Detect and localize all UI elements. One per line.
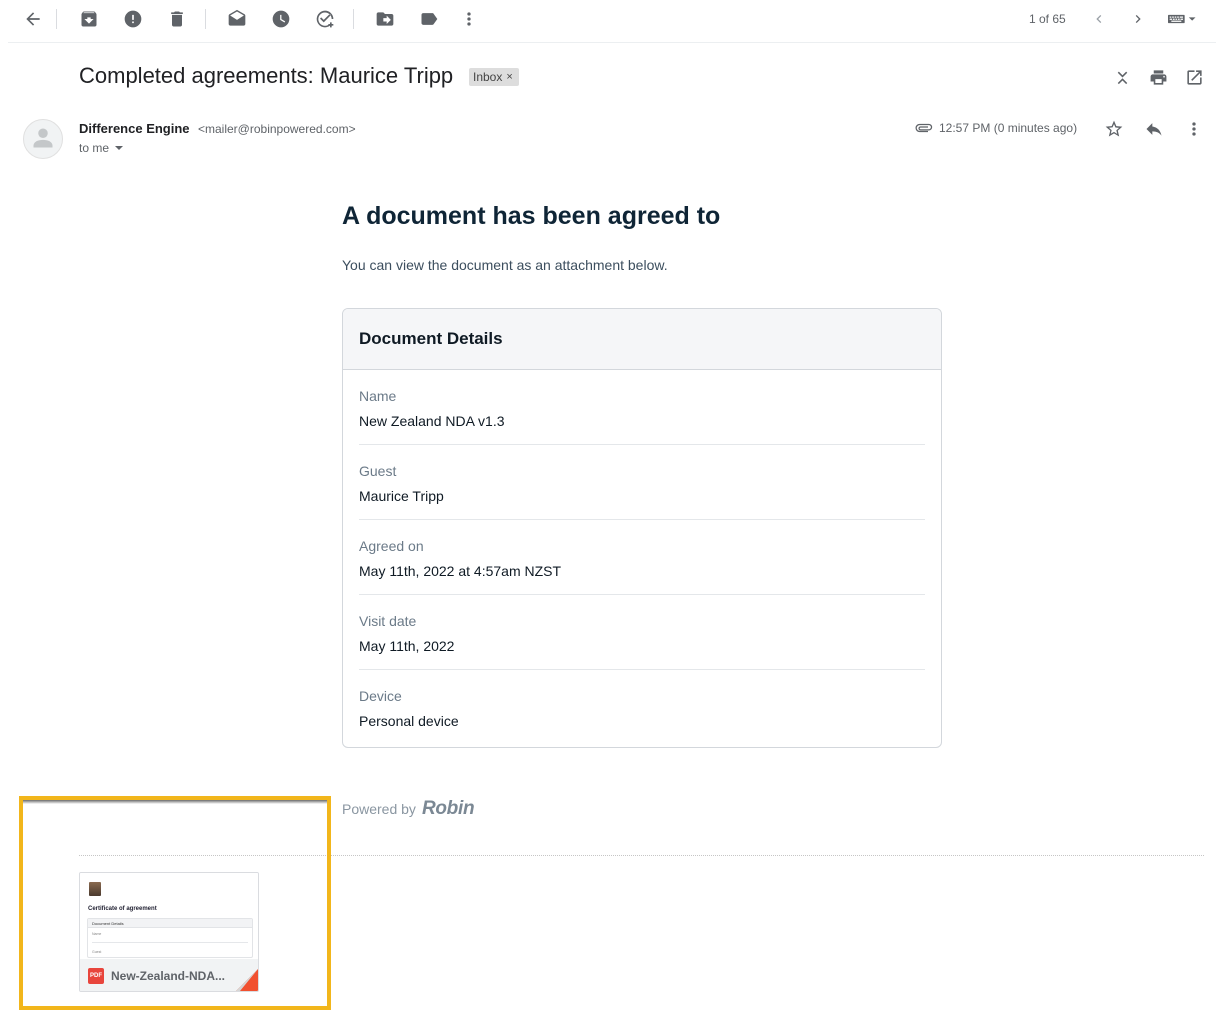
detail-value: Maurice Tripp bbox=[359, 488, 444, 504]
recipient-details-toggle[interactable]: to me bbox=[79, 141, 124, 155]
more-vert-icon[interactable] bbox=[458, 8, 480, 30]
robin-logo[interactable]: Robin bbox=[422, 798, 475, 820]
preview-title: Certificate of agreement bbox=[88, 906, 157, 912]
detail-value: New Zealand NDA v1.3 bbox=[359, 413, 505, 429]
expand-all-icon[interactable] bbox=[1112, 67, 1132, 87]
preview-details-card: Document Details Name Guest bbox=[87, 918, 253, 958]
detail-label: Device bbox=[359, 688, 402, 704]
detail-row-name: Name New Zealand NDA v1.3 bbox=[359, 370, 925, 445]
sender-name[interactable]: Difference Engine bbox=[79, 121, 190, 136]
email-subject: Completed agreements: Maurice Tripp bbox=[79, 63, 454, 88]
pdf-attachment-card[interactable]: Certificate of agreement Document Detail… bbox=[79, 872, 259, 992]
add-to-tasks-icon[interactable] bbox=[314, 8, 336, 30]
delete-icon[interactable] bbox=[166, 8, 188, 30]
chevron-left-icon[interactable] bbox=[1088, 8, 1110, 30]
recipient-text: to me bbox=[79, 141, 110, 155]
chevron-right-icon[interactable] bbox=[1127, 8, 1149, 30]
attachment-clip-icon bbox=[913, 120, 933, 136]
email-toolbar: 1 of 65 bbox=[0, 0, 1216, 43]
person-icon bbox=[33, 128, 53, 148]
detail-row-device: Device Personal device bbox=[359, 670, 925, 745]
detail-row-agreed-on: Agreed on May 11th, 2022 at 4:57am NZST bbox=[359, 520, 925, 595]
print-icon[interactable] bbox=[1148, 67, 1168, 87]
powered-by: Powered by Robin bbox=[342, 798, 475, 820]
snooze-icon[interactable] bbox=[270, 8, 292, 30]
toolbar-divider bbox=[56, 9, 57, 29]
mark-unread-icon[interactable] bbox=[226, 8, 248, 30]
card-title: Document Details bbox=[343, 309, 941, 370]
back-arrow-icon[interactable] bbox=[22, 8, 44, 30]
star-icon[interactable] bbox=[1104, 119, 1124, 139]
pdf-icon: PDF bbox=[88, 968, 104, 984]
detail-label: Agreed on bbox=[359, 538, 424, 554]
detail-value: May 11th, 2022 at 4:57am NZST bbox=[359, 563, 562, 579]
caret-down-icon bbox=[115, 146, 124, 150]
detail-label: Name bbox=[359, 388, 397, 404]
received-time: 12:57 PM (0 minutes ago) bbox=[939, 121, 1078, 135]
page-fold-icon bbox=[236, 969, 258, 991]
label-icon[interactable] bbox=[418, 8, 440, 30]
remove-label-icon[interactable]: × bbox=[506, 71, 512, 83]
reply-icon[interactable] bbox=[1144, 119, 1164, 139]
sender-avatar[interactable] bbox=[23, 119, 63, 159]
detail-row-guest: Guest Maurice Tripp bbox=[359, 445, 925, 520]
open-new-window-icon[interactable] bbox=[1184, 67, 1204, 87]
archive-icon[interactable] bbox=[78, 8, 100, 30]
detail-label: Guest bbox=[359, 463, 397, 479]
preview-divider bbox=[92, 942, 248, 943]
preview-card-header: Document Details bbox=[88, 919, 252, 928]
attachment-file-name: New-Zealand-NDA... bbox=[111, 969, 226, 983]
detail-label: Visit date bbox=[359, 613, 417, 629]
move-to-icon[interactable] bbox=[374, 8, 396, 30]
inbox-label-text: Inbox bbox=[473, 70, 503, 84]
pager-text: 1 of 65 bbox=[1029, 12, 1066, 26]
sender-email: <mailer@robinpowered.com> bbox=[198, 122, 356, 136]
toolbar-divider bbox=[353, 9, 354, 29]
inbox-label-badge[interactable]: Inbox × bbox=[469, 68, 519, 86]
preview-line: Name bbox=[92, 932, 102, 936]
toolbar-divider bbox=[205, 9, 206, 29]
highlight-shadow bbox=[23, 800, 327, 804]
detail-value: May 11th, 2022 bbox=[359, 638, 455, 654]
detail-value: Personal device bbox=[359, 713, 459, 729]
report-spam-icon[interactable] bbox=[122, 8, 144, 30]
attachment-preview: Certificate of agreement Document Detail… bbox=[80, 873, 258, 959]
preview-line: Guest bbox=[92, 950, 102, 954]
more-vert-icon[interactable] bbox=[1184, 119, 1204, 139]
detail-row-visit-date: Visit date May 11th, 2022 bbox=[359, 595, 925, 670]
powered-by-text: Powered by bbox=[342, 801, 416, 817]
email-headline: A document has been agreed to bbox=[342, 202, 721, 230]
keyboard-icon[interactable] bbox=[1164, 8, 1202, 30]
document-details-card: Document Details Name New Zealand NDA v1… bbox=[342, 308, 942, 748]
email-intro-text: You can view the document as an attachme… bbox=[342, 257, 668, 273]
document-logo-icon bbox=[89, 882, 101, 896]
attachments-divider bbox=[79, 855, 1204, 856]
toolbar-bottom-border bbox=[8, 42, 1216, 43]
